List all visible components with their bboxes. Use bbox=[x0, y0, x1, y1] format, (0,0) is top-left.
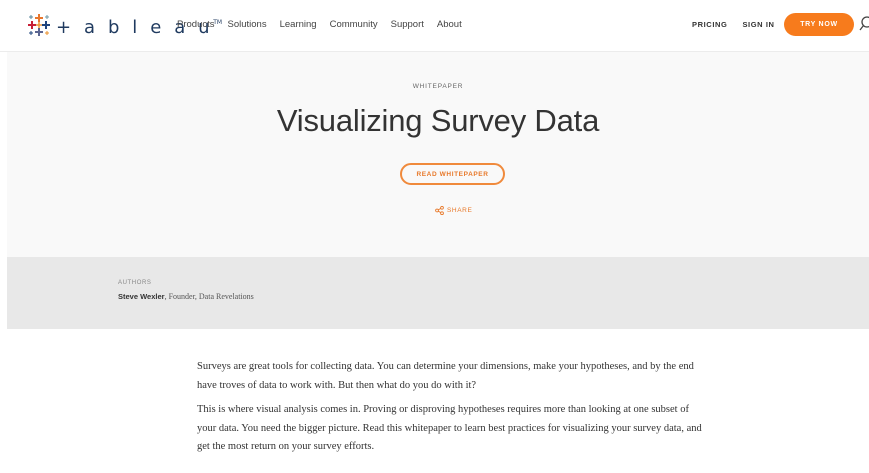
second-paragraph: This is where visual analysis comes in. … bbox=[197, 404, 702, 452]
nav-community[interactable]: Community bbox=[330, 18, 378, 32]
author-role: , Founder, Data Revelations bbox=[164, 292, 254, 301]
nav-learning[interactable]: Learning bbox=[280, 18, 317, 32]
page-title: Visualizing Survey Data bbox=[276, 103, 600, 138]
nav-support[interactable]: Support bbox=[391, 18, 424, 32]
nav-products[interactable]: Products bbox=[177, 18, 215, 32]
authors-label: AUTHORS bbox=[118, 280, 152, 286]
author-name: Steve Wexler bbox=[118, 292, 165, 301]
sign-in-link[interactable]: SIGN IN bbox=[742, 19, 774, 31]
tableau-cross-icon bbox=[28, 14, 50, 36]
utility-nav: PRICING SIGN IN bbox=[692, 19, 790, 31]
article-body: Surveys are great tools for collecting d… bbox=[197, 358, 707, 463]
pricing-link[interactable]: PRICING bbox=[692, 19, 727, 31]
try-now-button[interactable]: TRY NOW bbox=[784, 13, 854, 36]
content-type-label: WHITEPAPER bbox=[412, 83, 464, 90]
main-nav: Products Solutions Learning Community Su… bbox=[177, 18, 475, 32]
share-label: SHARE bbox=[447, 207, 473, 214]
search-icon[interactable] bbox=[859, 15, 869, 33]
intro-paragraph: Surveys are great tools for collecting d… bbox=[197, 361, 694, 391]
share-link[interactable]: SHARE bbox=[435, 206, 472, 215]
nav-about[interactable]: About bbox=[437, 18, 462, 32]
hero-section: WHITEPAPER Visualizing Survey Data READ … bbox=[7, 52, 869, 257]
authors-section: AUTHORS Steve Wexler, Founder, Data Reve… bbox=[7, 257, 869, 329]
nav-solutions[interactable]: Solutions bbox=[228, 18, 267, 32]
site-header: + a b l e a uTM Products Solutions Learn… bbox=[0, 0, 869, 52]
share-icon bbox=[435, 206, 444, 215]
read-whitepaper-button[interactable]: READ WHITEPAPER bbox=[400, 163, 505, 185]
author-credit: Steve Wexler, Founder, Data Revelations bbox=[118, 292, 254, 301]
